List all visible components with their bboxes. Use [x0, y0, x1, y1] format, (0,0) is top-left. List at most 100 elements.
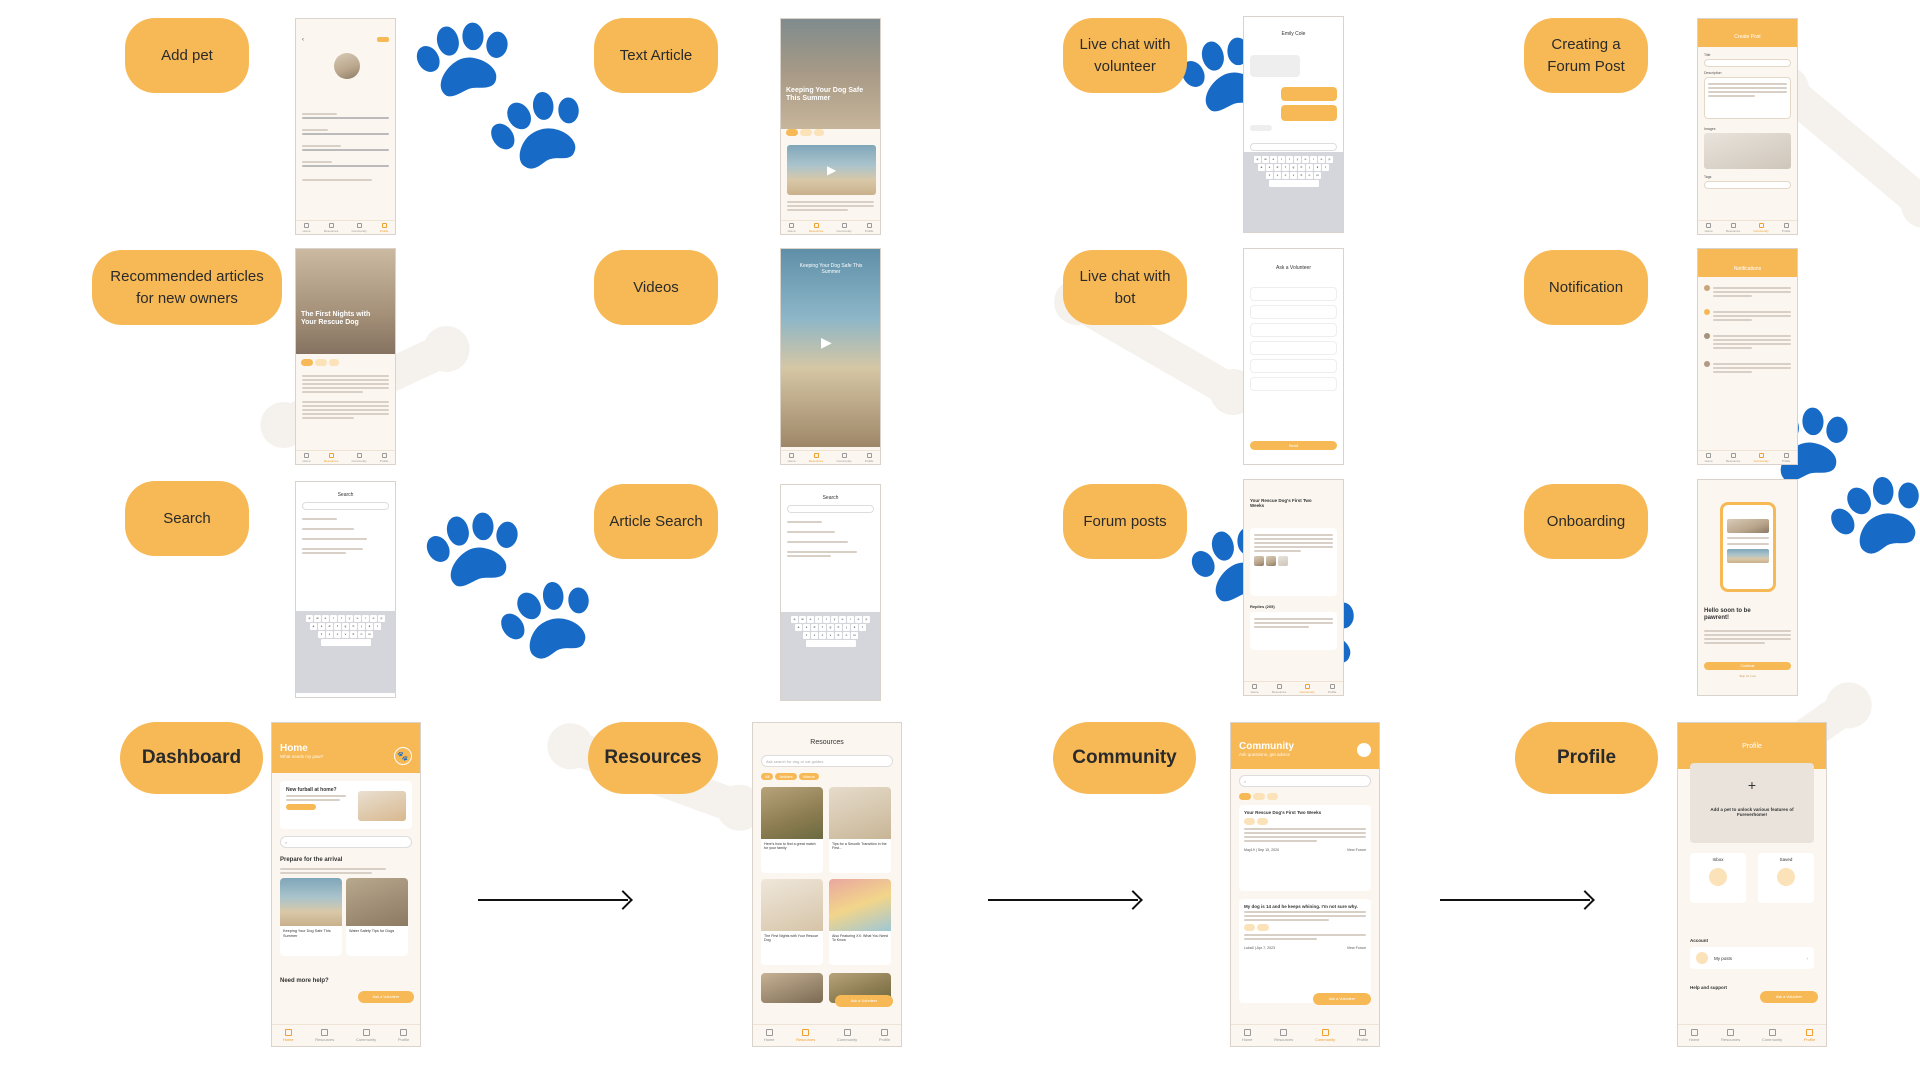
search-input[interactable] — [302, 502, 389, 510]
add-pet-card[interactable]: + Add a pet to unlock various features o… — [1690, 763, 1814, 843]
save-button[interactable] — [377, 37, 389, 42]
forum-post-card[interactable]: Your Rescue Dog's First Two Weeks May19 … — [1239, 805, 1371, 891]
tab-resources[interactable]: Resources — [1721, 1029, 1740, 1042]
saved-card[interactable]: Saved — [1758, 853, 1814, 903]
tab-profile[interactable]: Profile — [879, 1029, 890, 1042]
tab-home[interactable]: Home — [303, 452, 311, 463]
pet-avatar[interactable] — [334, 53, 360, 79]
search-input[interactable]: ⌕ — [280, 836, 412, 848]
reply-card[interactable] — [1250, 612, 1337, 650]
ask-volunteer-button[interactable]: Ask a Volunteer — [358, 991, 414, 1003]
tab-resources[interactable]: Resources — [315, 1029, 334, 1042]
tab-profile[interactable]: Profile — [1804, 1029, 1815, 1042]
video-thumbnail[interactable]: ▶ — [787, 145, 876, 195]
description-input[interactable] — [1704, 77, 1791, 119]
chat-contact-name: Emily Cole — [1281, 31, 1306, 37]
notification-list[interactable] — [1704, 285, 1791, 375]
tab-community[interactable]: Community — [1315, 1029, 1335, 1042]
tab-profile[interactable]: Profile — [1357, 1029, 1368, 1042]
tab-home[interactable]: Home — [303, 222, 311, 233]
view-forum-link[interactable]: View Forum — [1347, 946, 1366, 950]
bot-options[interactable] — [1250, 287, 1337, 395]
tab-community[interactable]: Community — [351, 222, 367, 233]
tab-home[interactable]: Home — [283, 1029, 294, 1042]
tab-profile[interactable]: Profile — [1328, 683, 1336, 694]
tab-home[interactable]: Home — [764, 1029, 775, 1042]
keyboard[interactable]: qwertyuiop asdfghjkl zxcvbnm — [1244, 152, 1343, 232]
inbox-card[interactable]: Inbox — [1690, 853, 1746, 903]
article-card[interactable]: Water Safety Tips for Dogs — [346, 878, 408, 956]
ask-volunteer-button[interactable]: Ask a Volunteer — [1313, 993, 1371, 1005]
tab-profile[interactable]: Profile — [398, 1029, 409, 1042]
tab-profile[interactable]: Profile — [380, 222, 388, 233]
search-input[interactable] — [787, 505, 874, 513]
tab-community[interactable]: Community — [356, 1029, 376, 1042]
recent-searches[interactable] — [787, 519, 874, 559]
paw-icon[interactable]: 🐾 — [394, 747, 412, 765]
new-furball-card[interactable]: New furball at home? — [280, 781, 412, 829]
tab-resources[interactable]: Resources — [324, 222, 338, 233]
tab-profile[interactable]: Profile — [865, 222, 873, 233]
ask-volunteer-button[interactable]: Ask a Volunteer — [835, 995, 893, 1007]
filter-chips[interactable]: All Articles Videos — [761, 773, 821, 780]
tab-profile[interactable]: Profile — [1782, 452, 1790, 463]
keyboard[interactable]: qwertyuiop asdfghjkl zxcvbnm — [781, 612, 880, 700]
article-card[interactable]: Tips for a Smooth Transition in the Firs… — [829, 787, 891, 873]
tab-resources[interactable]: Resources — [324, 452, 338, 463]
ask-volunteer-button[interactable]: Ask a Volunteer — [1760, 991, 1818, 1003]
tab-resources[interactable]: Resources — [1726, 222, 1740, 233]
tab-home[interactable]: Home — [788, 222, 796, 233]
continue-button[interactable]: Continue — [1704, 662, 1791, 670]
tab-community[interactable]: Community — [836, 222, 852, 233]
play-icon[interactable]: ▶ — [821, 334, 832, 351]
tab-community[interactable]: Community — [351, 452, 367, 463]
send-button[interactable]: Send — [1250, 441, 1337, 450]
article-card[interactable]: The First Nights with Your Rescue Dog — [761, 879, 823, 965]
forum-post-card[interactable]: My dog is 14 and he keeps whining. I'm n… — [1239, 899, 1371, 1003]
tab-community[interactable]: Community — [1299, 683, 1315, 694]
tab-resources[interactable]: Resources — [1726, 452, 1740, 463]
tab-home[interactable]: Home — [1242, 1029, 1253, 1042]
tab-home[interactable]: Home — [1705, 452, 1713, 463]
back-icon[interactable]: ‹ — [302, 37, 304, 43]
new-post-icon[interactable] — [1357, 743, 1371, 757]
onboarding-title: Hello soon to be pawrent! — [1704, 608, 1751, 622]
recent-searches[interactable] — [302, 516, 389, 556]
tab-community[interactable]: Community — [836, 452, 852, 463]
article-card[interactable] — [761, 973, 823, 1003]
tab-home[interactable]: Home — [1689, 1029, 1700, 1042]
tab-resources[interactable]: Resources — [796, 1029, 815, 1042]
tab-profile[interactable]: Profile — [1782, 222, 1790, 233]
tab-community[interactable]: Community — [1762, 1029, 1782, 1042]
tab-community[interactable]: Community — [837, 1029, 857, 1042]
tab-resources[interactable]: Resources — [809, 452, 823, 463]
keyboard[interactable]: qwertyuiop asdfghjkl zxcvbnm — [296, 611, 395, 693]
tab-community[interactable]: Community — [1753, 452, 1769, 463]
tab-home[interactable]: Home — [1705, 222, 1713, 233]
tab-resources[interactable]: Resources — [1274, 1029, 1293, 1042]
video-player[interactable]: Keeping Your Dog Safe This Summer ▶ — [781, 249, 880, 447]
view-forum-link[interactable]: View Forum — [1347, 848, 1366, 852]
filter-chips[interactable] — [1239, 793, 1280, 800]
article-card[interactable]: Also Featuring XX: What You Need To Know — [829, 879, 891, 965]
tab-profile[interactable]: Profile — [865, 452, 873, 463]
skip-link[interactable]: Skip for now — [1698, 674, 1797, 678]
article-card[interactable]: Keeping Your Dog Safe This Summer — [280, 878, 342, 956]
attached-image[interactable] — [1704, 133, 1791, 169]
search-input[interactable]: Ask search for dog or cat guides — [761, 755, 893, 767]
tab-home[interactable]: Home — [1251, 683, 1259, 694]
add-pet-button[interactable] — [286, 804, 316, 810]
tab-resources[interactable]: Resources — [1272, 683, 1286, 694]
tab-community[interactable]: Community — [1753, 222, 1769, 233]
article-card[interactable]: Here's how to find a great match for you… — [761, 787, 823, 873]
tab-home[interactable]: Home — [788, 452, 796, 463]
play-icon[interactable]: ▶ — [827, 163, 836, 177]
title-input[interactable] — [1704, 59, 1791, 67]
search-input[interactable]: ⌕ — [1239, 775, 1371, 787]
tags-input[interactable] — [1704, 181, 1791, 189]
plus-icon[interactable]: + — [1690, 777, 1814, 793]
tab-profile[interactable]: Profile — [380, 452, 388, 463]
my-posts-row[interactable]: My posts › — [1690, 947, 1814, 969]
chat-input[interactable] — [1250, 143, 1337, 151]
tab-resources[interactable]: Resources — [809, 222, 823, 233]
